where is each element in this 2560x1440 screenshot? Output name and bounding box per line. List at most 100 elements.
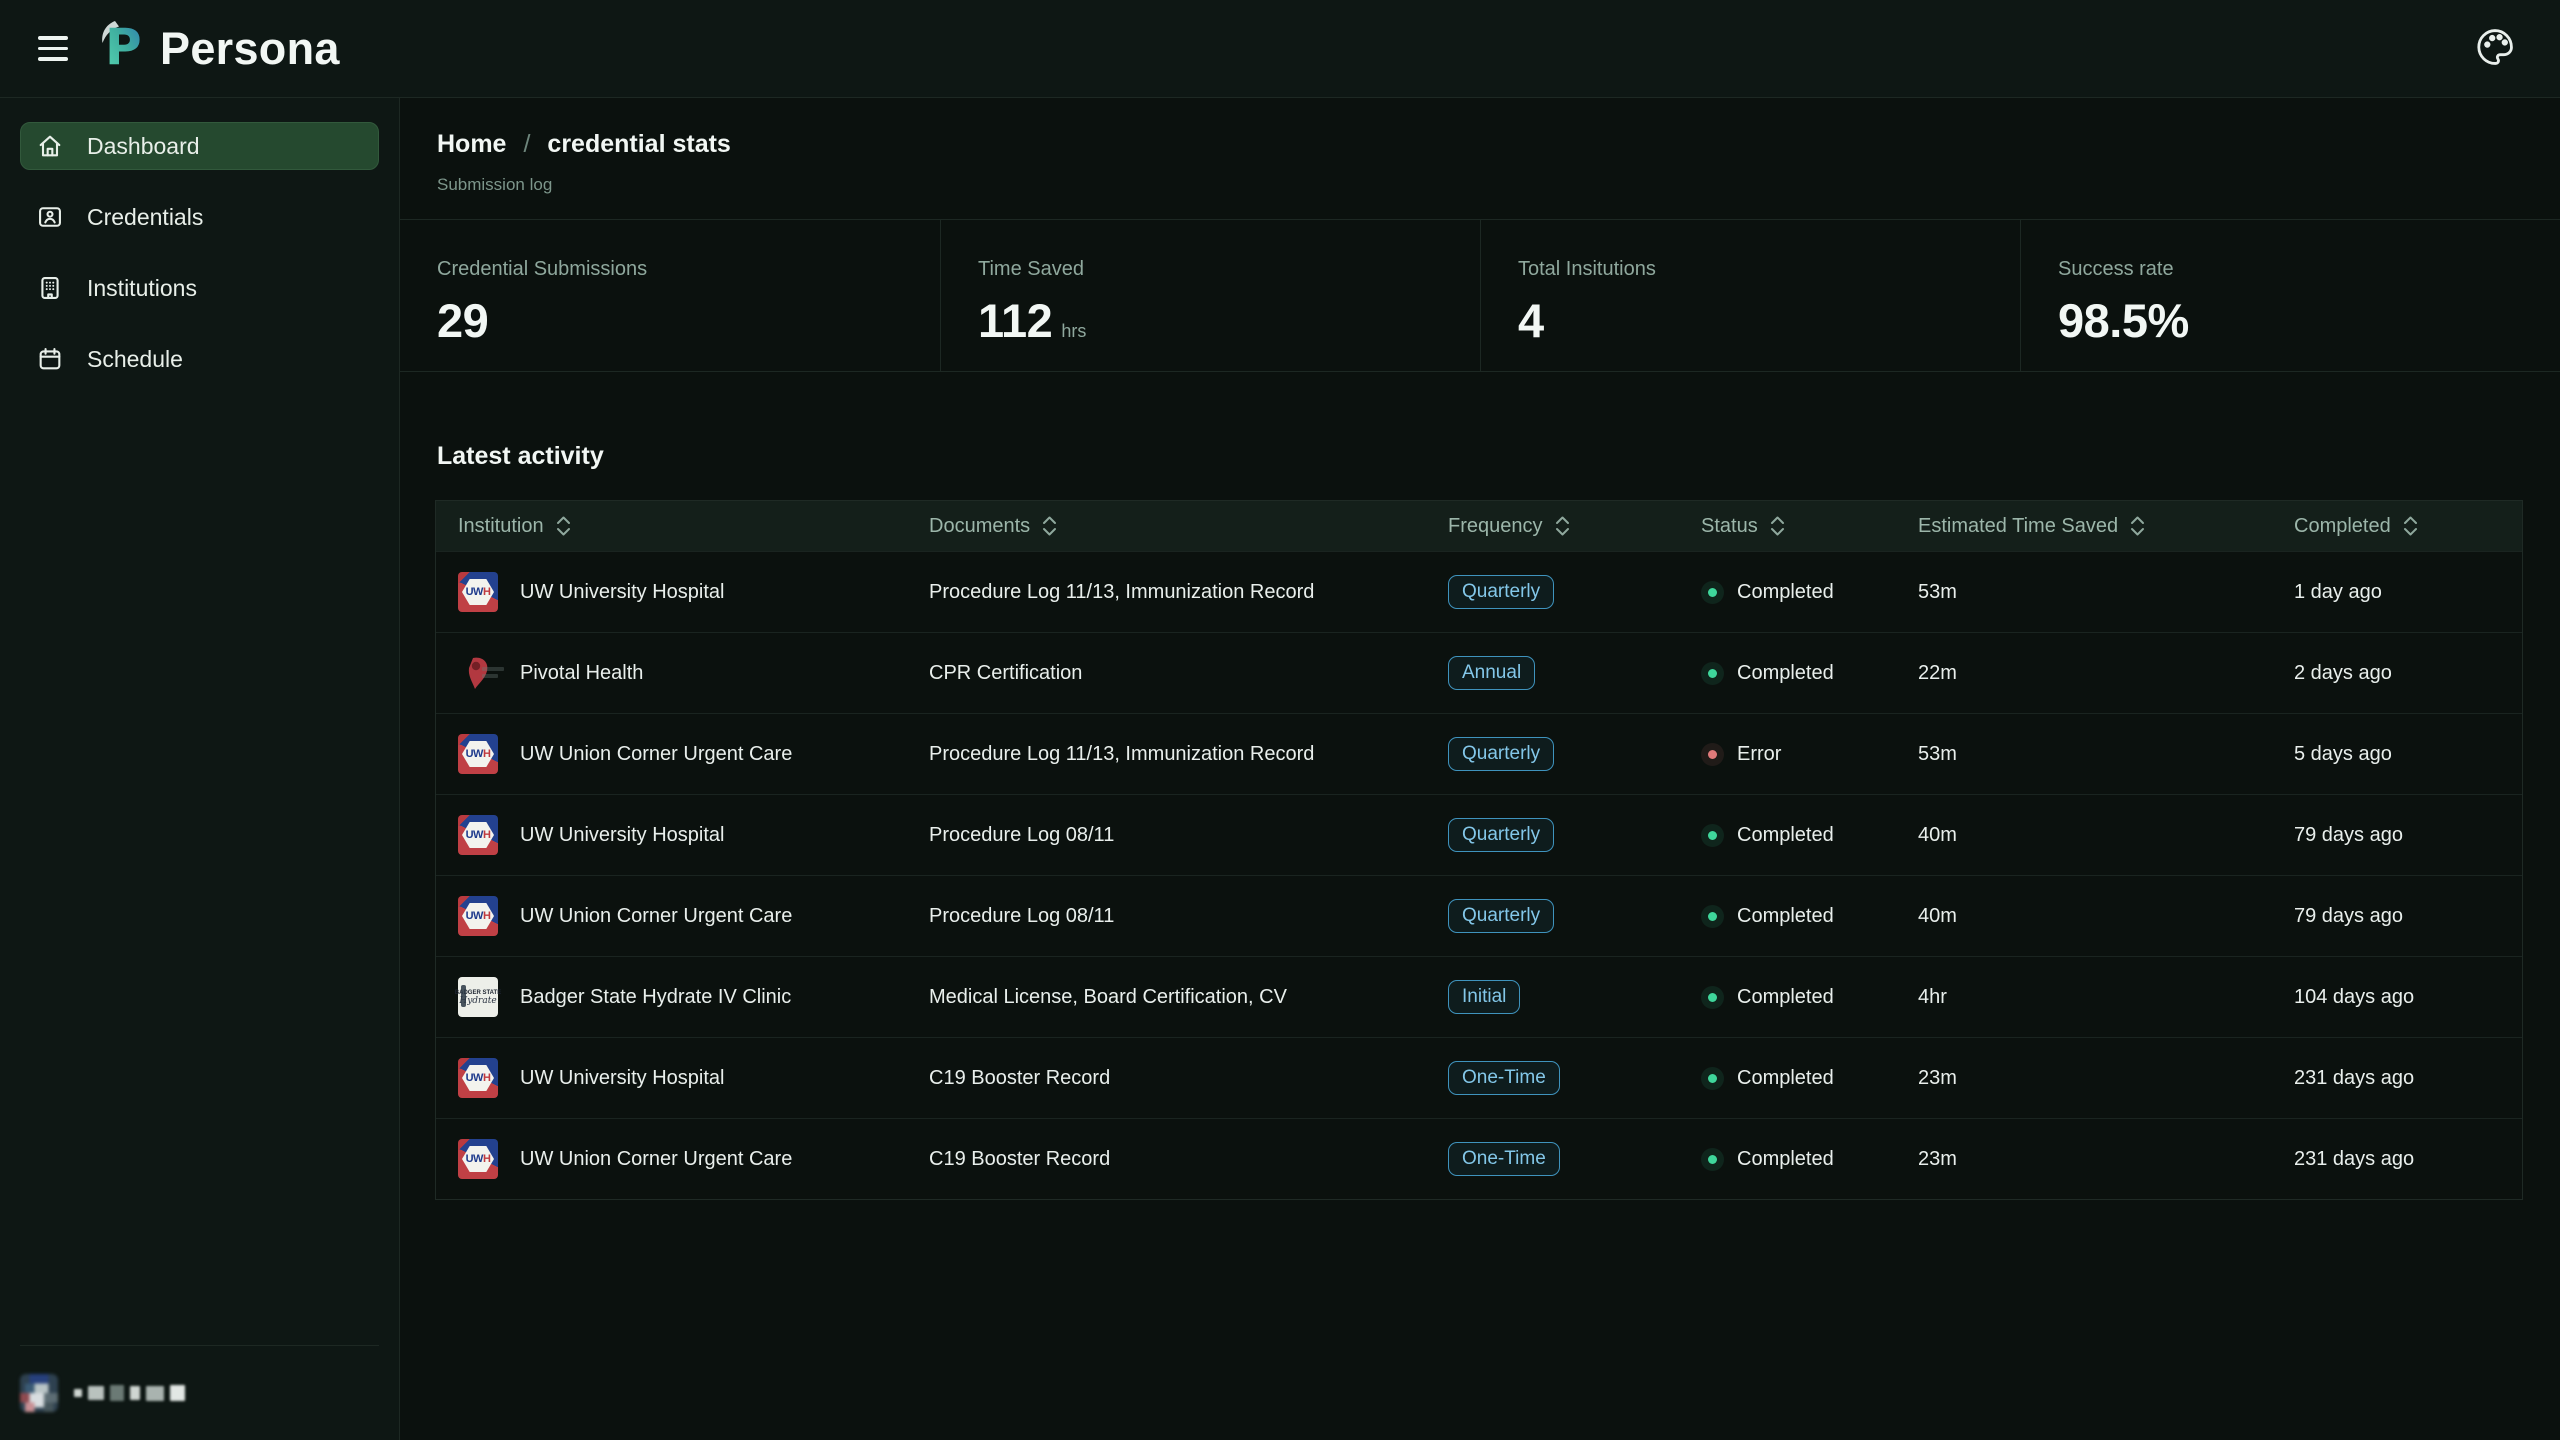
status-dot <box>1701 581 1724 604</box>
building-icon <box>35 273 65 303</box>
column-header-label: Institution <box>458 515 544 538</box>
frequency-badge: Quarterly <box>1448 575 1554 609</box>
column-header-institution[interactable]: Institution <box>458 515 929 538</box>
column-header-documents[interactable]: Documents <box>929 515 1448 538</box>
stat-unit: hrs <box>1061 321 1086 341</box>
institution-name: UW Union Corner Urgent Care <box>520 1148 792 1171</box>
status-dot <box>1701 905 1724 928</box>
documents-cell: C19 Booster Record <box>929 1067 1448 1090</box>
completed-cell: 79 days ago <box>2294 824 2522 847</box>
sidebar-item-label: Dashboard <box>87 133 200 160</box>
institution-cell: BADGER STATEHydrate Badger State Hydrate… <box>458 977 929 1017</box>
time-saved-cell: 53m <box>1918 581 2294 604</box>
frequency-badge: Quarterly <box>1448 737 1554 771</box>
completed-cell: 5 days ago <box>2294 743 2522 766</box>
status-cell: Completed <box>1701 662 1918 685</box>
status-dot <box>1701 1148 1724 1171</box>
time-saved-cell: 4hr <box>1918 986 2294 1009</box>
institution-logo: UWH <box>458 815 498 855</box>
documents-cell: Medical License, Board Certification, CV <box>929 986 1448 1009</box>
documents-cell: C19 Booster Record <box>929 1148 1448 1171</box>
time-saved-cell: 40m <box>1918 905 2294 928</box>
institution-logo: UWH <box>458 896 498 936</box>
stat-value: 4 <box>1518 293 2020 348</box>
user-profile[interactable] <box>20 1345 379 1412</box>
theme-palette-button[interactable] <box>2468 20 2522 77</box>
documents-cell: Procedure Log 08/11 <box>929 905 1448 928</box>
sort-icon <box>555 515 572 537</box>
brand-name: Persona <box>160 23 340 75</box>
status-label: Completed <box>1737 824 1834 847</box>
status-cell: Completed <box>1701 905 1918 928</box>
sort-icon <box>1554 515 1571 537</box>
sidebar-item-credentials[interactable]: Credentials <box>20 193 379 241</box>
app-window: P Persona Dashboard Credentials Ins <box>0 0 2560 1440</box>
frequency-badge: Annual <box>1448 656 1535 690</box>
column-header-label: Frequency <box>1448 515 1543 538</box>
table-row: UWH UW University Hospital Procedure Log… <box>436 794 2522 875</box>
completed-cell: 1 day ago <box>2294 581 2522 604</box>
main-content: Home / credential stats Submission log C… <box>400 98 2560 1440</box>
frequency-badge: Quarterly <box>1448 818 1554 852</box>
status-cell: Completed <box>1701 1148 1918 1171</box>
table-row: UWH UW University Hospital Procedure Log… <box>436 551 2522 632</box>
table-header-row: Institution Documents Frequency Status <box>436 501 2522 551</box>
breadcrumb-current: credential stats <box>547 130 730 159</box>
institution-logo: BADGER STATEHydrate <box>458 977 498 1017</box>
persona-logo-icon: P <box>98 18 144 79</box>
sort-icon <box>2129 515 2146 537</box>
frequency-badge: Initial <box>1448 980 1520 1014</box>
stat-label: Credential Submissions <box>437 258 940 281</box>
institution-cell: UWH UW Union Corner Urgent Care <box>458 734 929 774</box>
column-header-label: Documents <box>929 515 1030 538</box>
column-header-status[interactable]: Status <box>1701 515 1918 538</box>
sidebar-nav: Dashboard Credentials Institutions Sched… <box>20 122 379 406</box>
status-label: Error <box>1737 743 1781 766</box>
documents-cell: Procedure Log 08/11 <box>929 824 1448 847</box>
time-saved-cell: 22m <box>1918 662 2294 685</box>
status-cell: Error <box>1701 743 1918 766</box>
status-cell: Completed <box>1701 581 1918 604</box>
column-header-estimated-time-saved[interactable]: Estimated Time Saved <box>1918 515 2294 538</box>
hamburger-menu-button[interactable] <box>30 28 76 69</box>
frequency-badge: One-Time <box>1448 1061 1560 1095</box>
time-saved-cell: 23m <box>1918 1067 2294 1090</box>
documents-cell: Procedure Log 11/13, Immunization Record <box>929 581 1448 604</box>
institution-logo: UWH <box>458 572 498 612</box>
status-dot <box>1701 986 1724 1009</box>
time-saved-cell: 40m <box>1918 824 2294 847</box>
sidebar-item-schedule[interactable]: Schedule <box>20 335 379 383</box>
status-label: Completed <box>1737 1067 1834 1090</box>
status-cell: Completed <box>1701 986 1918 1009</box>
status-dot <box>1701 662 1724 685</box>
institution-name: UW University Hospital <box>520 824 724 847</box>
sidebar-item-dashboard[interactable]: Dashboard <box>20 122 379 170</box>
stat-value: 98.5% <box>2058 293 2560 348</box>
column-header-completed[interactable]: Completed <box>2294 515 2522 538</box>
stat-card: Time Saved 112hrs <box>940 220 1480 371</box>
user-name-redacted <box>74 1385 185 1401</box>
documents-cell: CPR Certification <box>929 662 1448 685</box>
sort-icon <box>1041 515 1058 537</box>
sort-icon <box>2402 515 2419 537</box>
svg-text:P: P <box>105 18 142 74</box>
institution-cell: Pivotal Health <box>458 653 929 693</box>
status-dot <box>1701 1067 1724 1090</box>
table-row: BADGER STATEHydrate Badger State Hydrate… <box>436 956 2522 1037</box>
status-label: Completed <box>1737 905 1834 928</box>
sidebar-item-label: Credentials <box>87 204 203 231</box>
column-header-frequency[interactable]: Frequency <box>1448 515 1701 538</box>
institution-cell: UWH UW Union Corner Urgent Care <box>458 896 929 936</box>
column-header-label: Completed <box>2294 515 2391 538</box>
sort-icon <box>1769 515 1786 537</box>
stat-card: Total Insitutions 4 <box>1480 220 2020 371</box>
stat-label: Time Saved <box>978 258 1480 281</box>
status-cell: Completed <box>1701 1067 1918 1090</box>
status-label: Completed <box>1737 581 1834 604</box>
section-title: Latest activity <box>437 442 2560 471</box>
institution-cell: UWH UW Union Corner Urgent Care <box>458 1139 929 1179</box>
sidebar-item-institutions[interactable]: Institutions <box>20 264 379 312</box>
completed-cell: 79 days ago <box>2294 905 2522 928</box>
breadcrumb-home-link[interactable]: Home <box>437 130 506 159</box>
activity-table: Institution Documents Frequency Status <box>435 500 2523 1200</box>
